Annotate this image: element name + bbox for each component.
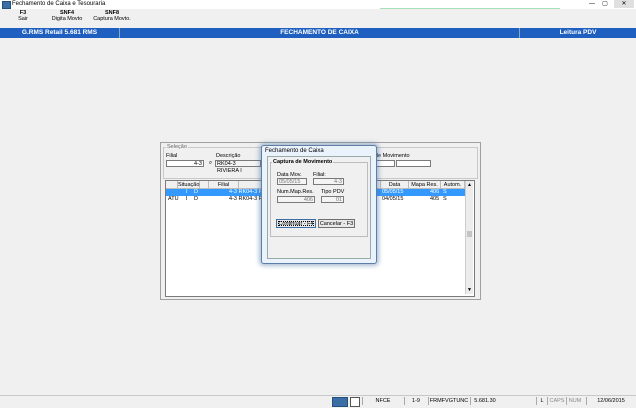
column-header-filial[interactable]: Filial [209,181,239,189]
num-map-res-label: Num.Map.Res. [277,189,314,195]
app-icon [2,1,11,9]
cell-data: 05/05/15 [382,189,404,195]
scroll-thumb[interactable] [467,231,472,237]
button-label: Sair [18,16,28,22]
toolbar-captura-movto-button[interactable]: SNF8 Captura Movto. [90,10,134,22]
cell-mapa: 406 [430,189,440,195]
cancelar-button[interactable]: Cancelar - F3 [318,219,355,228]
cell-c1: I [186,189,188,195]
column-header-autom[interactable]: Autom. [441,181,465,189]
list-vertical-scrollbar[interactable]: ▲ ▼ [465,181,473,294]
status-caps: CAPS [547,397,566,405]
dialog-title: Fechamento de Caixa [265,148,324,154]
cell-mapa: 405 [430,196,440,202]
descricao-field: RK04-3 RIVIERA I [215,160,261,174]
selecao-group-label: Seleção [166,144,188,150]
binoculars-icon[interactable]: ⌕ [206,160,215,167]
toolbar-digita-movto-button[interactable]: SNF4 Digita Movto [48,10,86,22]
status-program: FRMFVGTUNC [428,397,469,405]
filial-input[interactable]: 4-3 [166,160,204,167]
status-version: 5.681.30 [470,397,499,405]
descricao-label: Descrição [216,153,241,159]
cell-situacao: ATU [168,196,179,202]
column-header-blank [166,181,178,189]
minimize-button[interactable]: — [586,0,598,8]
header-app-version: G.RMS Retail 5.681 RMS [0,28,120,38]
data-movimento-label: de Movimento [375,153,410,159]
header-screen-title: FECHAMENTO DE CAIXA [120,28,520,38]
maximize-button[interactable]: ▢ [599,0,611,8]
cell-autom: S [443,189,447,195]
num-map-res-field: 406 [277,196,315,203]
captura-group-label: Captura de Movimento [272,159,334,165]
tipo-pdv-field: 01 [321,196,344,203]
scroll-down-icon[interactable]: ▼ [467,287,472,293]
header-mode: Leitura PDV [559,29,597,36]
header-bar: G.RMS Retail 5.681 RMS FECHAMENTO DE CAI… [0,28,636,38]
data-movimento-to[interactable] [396,160,431,167]
column-header-data[interactable]: Data [381,181,409,189]
status-date: 12/06/2015 [586,397,635,405]
continuar-button[interactable]: Continuar - F4 [276,219,316,228]
cell-data: 04/05/15 [382,196,404,202]
cell-autom: S [443,196,447,202]
status-l: L [536,397,547,405]
cell-c1: I [186,196,188,202]
status-nfce: NFCE [362,397,403,405]
column-header-c2 [200,181,209,189]
toolbar-sair-button[interactable]: F3 Sair [14,10,32,22]
status-loja: 1-9 [404,397,427,405]
cell-c2: D [194,189,198,195]
column-header-situacao[interactable]: Situação [178,181,200,189]
dialog-filial-field: 4-3 [313,178,344,185]
cell-filial: 4-3 RK04-3 R [229,189,263,195]
cell-filial: 4-3 RK04-3 R [229,196,263,202]
document-icon [350,397,360,407]
status-num: NUM [566,397,583,405]
tipo-pdv-label: Tipo PDV [321,189,345,195]
window-title: Fechamento de Caixa e Tesouraria [12,1,106,7]
filial-label: Filial [166,153,178,159]
column-header-mapa[interactable]: Mapa Res. [409,181,441,189]
scroll-up-icon[interactable]: ▲ [467,182,472,188]
cell-c2: D [194,196,198,202]
close-button[interactable]: ✕ [614,0,634,8]
data-mov-field: 05/05/15 [277,178,307,185]
keyboard-icon [332,397,348,407]
button-label: Captura Movto. [93,16,131,22]
button-label: Digita Movto [51,16,83,22]
